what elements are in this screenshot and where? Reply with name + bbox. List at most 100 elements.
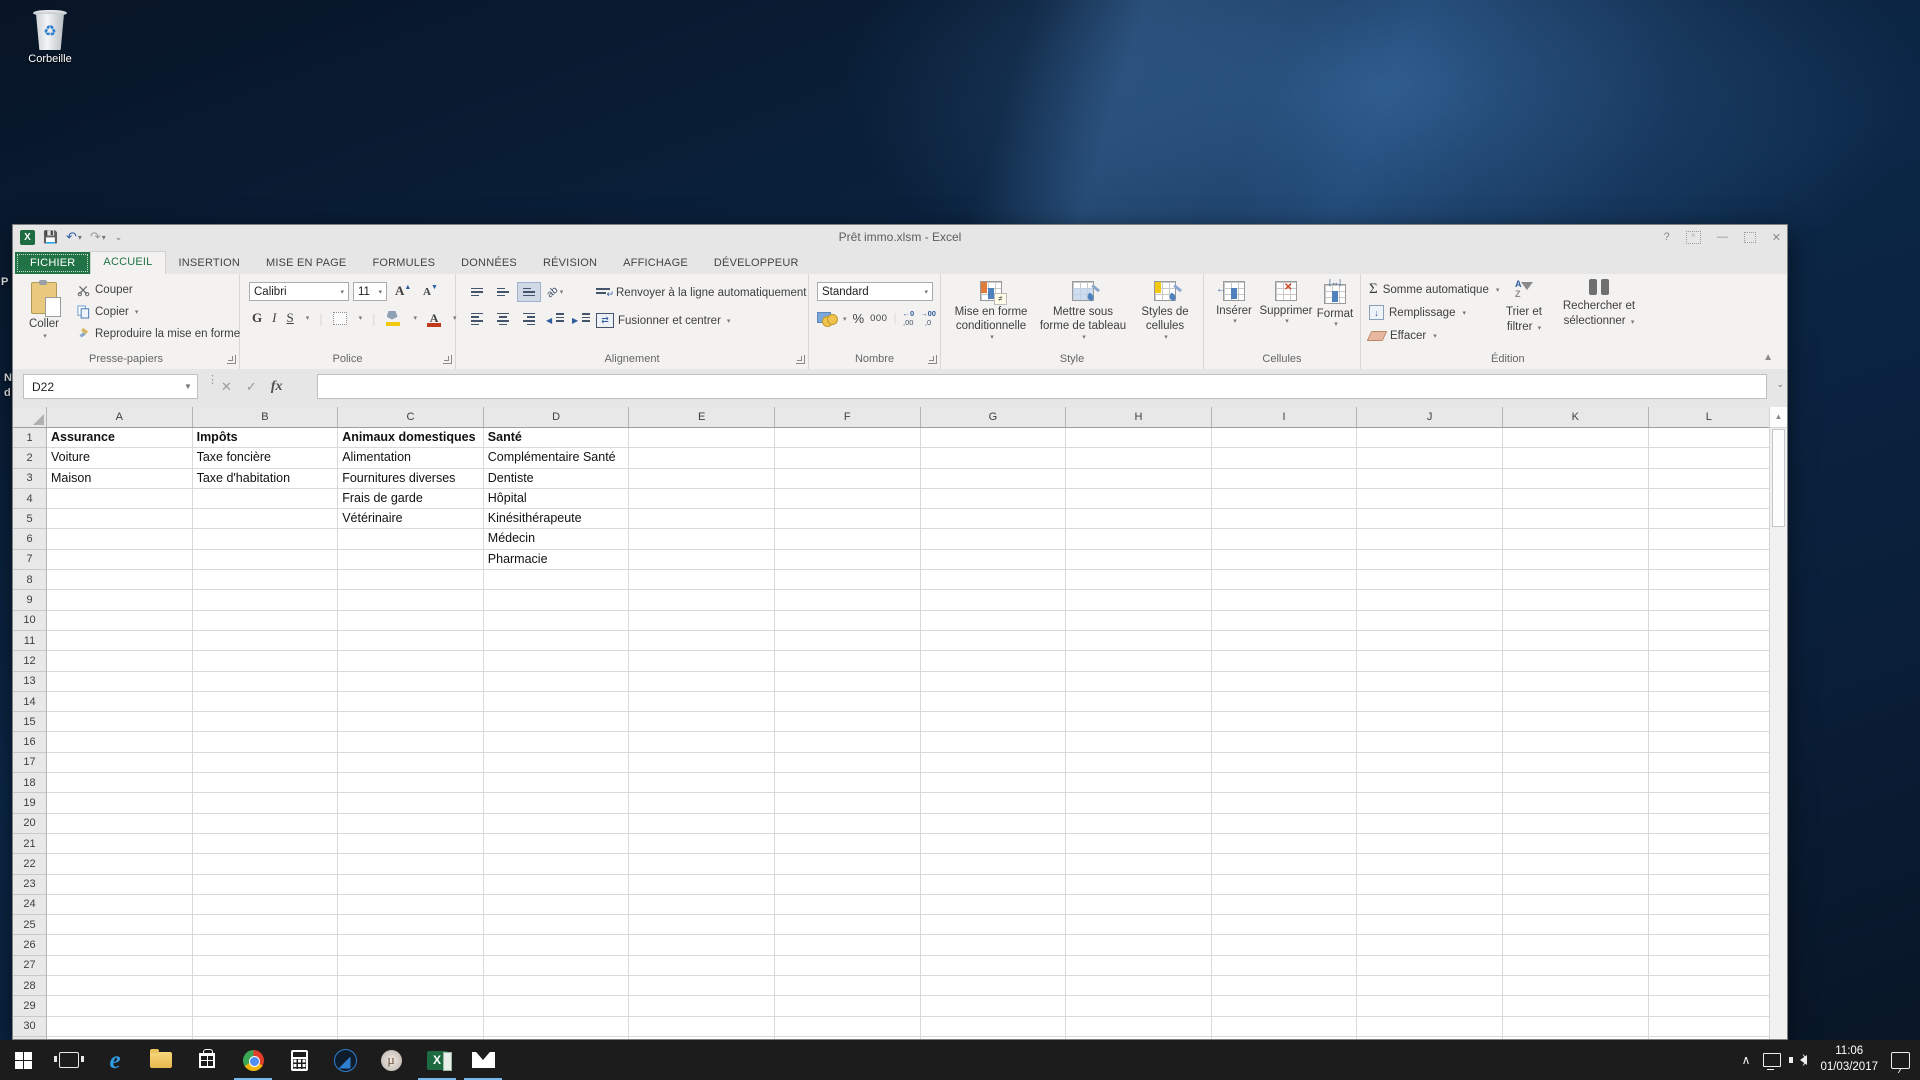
cell-F4[interactable] bbox=[774, 488, 921, 510]
name-box-dropdown[interactable]: ▼ bbox=[179, 382, 197, 391]
cell-I20[interactable] bbox=[1211, 813, 1358, 834]
row-header-17[interactable]: 17 bbox=[13, 752, 47, 774]
merge-center-button[interactable]: ⇄ Fusionner et centrer ▾ bbox=[596, 313, 730, 328]
taskbar-store[interactable] bbox=[184, 1040, 230, 1080]
cell-B2[interactable]: Taxe foncière bbox=[192, 448, 339, 469]
cell-L24[interactable] bbox=[1648, 895, 1769, 916]
cell-D1[interactable]: Santé bbox=[483, 428, 630, 449]
cell-L7[interactable] bbox=[1648, 550, 1769, 571]
cell-D27[interactable] bbox=[483, 955, 630, 977]
cell-H7[interactable] bbox=[1066, 549, 1212, 571]
taskbar-mail[interactable] bbox=[460, 1040, 506, 1080]
cut-button[interactable]: Couper bbox=[75, 282, 240, 298]
row-header-28[interactable]: 28 bbox=[13, 976, 47, 997]
cell-J22[interactable] bbox=[1357, 854, 1503, 875]
cell-C10[interactable] bbox=[338, 610, 484, 631]
cell-I15[interactable] bbox=[1211, 712, 1358, 733]
cell-K17[interactable] bbox=[1502, 752, 1649, 774]
cell-L15[interactable] bbox=[1648, 712, 1769, 733]
cell-H23[interactable] bbox=[1066, 874, 1212, 895]
percent-style-button[interactable]: % bbox=[853, 311, 865, 326]
cell-J21[interactable] bbox=[1357, 833, 1503, 855]
cell-F17[interactable] bbox=[774, 752, 921, 774]
cell-G1[interactable] bbox=[920, 428, 1067, 449]
row-header-31[interactable]: 31 bbox=[13, 1036, 47, 1039]
cell-I26[interactable] bbox=[1211, 935, 1358, 956]
autosum-button[interactable]: Σ Somme automatique ▾ bbox=[1369, 281, 1499, 298]
paste-button[interactable]: Coller ▾ bbox=[23, 280, 65, 362]
taskbar-chrome[interactable] bbox=[230, 1040, 276, 1080]
cell-K4[interactable] bbox=[1502, 488, 1649, 510]
cell-I30[interactable] bbox=[1211, 1016, 1358, 1037]
cell-G8[interactable] bbox=[920, 570, 1067, 591]
cell-A22[interactable] bbox=[47, 854, 193, 875]
cell-B12[interactable] bbox=[192, 651, 339, 672]
cell-I25[interactable] bbox=[1211, 915, 1358, 936]
cell-A26[interactable] bbox=[47, 935, 193, 956]
cell-J3[interactable] bbox=[1357, 468, 1503, 489]
cell-E5[interactable] bbox=[629, 509, 775, 530]
cell-A21[interactable] bbox=[47, 833, 193, 855]
cell-C2[interactable]: Alimentation bbox=[338, 448, 484, 469]
cell-I8[interactable] bbox=[1211, 570, 1358, 591]
cell-F21[interactable] bbox=[774, 833, 921, 855]
cell-D12[interactable] bbox=[483, 651, 630, 672]
cell-E31[interactable] bbox=[629, 1036, 775, 1039]
cell-A20[interactable] bbox=[47, 813, 193, 834]
copy-button[interactable]: Copier ▾ bbox=[75, 304, 240, 320]
row-header-26[interactable]: 26 bbox=[13, 935, 47, 956]
cell-A24[interactable] bbox=[47, 894, 193, 916]
cell-B26[interactable] bbox=[192, 935, 339, 956]
cell-F1[interactable] bbox=[774, 428, 921, 449]
vertical-scrollbar[interactable]: ▲ bbox=[1769, 407, 1787, 1039]
cell-C19[interactable] bbox=[338, 793, 484, 814]
cell-H13[interactable] bbox=[1066, 671, 1212, 692]
formula-bar-splitter[interactable]: ⋮ bbox=[207, 375, 218, 386]
cell-L17[interactable] bbox=[1648, 753, 1769, 774]
cell-B16[interactable] bbox=[192, 732, 339, 753]
row-header-13[interactable]: 13 bbox=[13, 671, 47, 692]
taskbar-daemon-tools[interactable] bbox=[322, 1040, 368, 1080]
cell-I3[interactable] bbox=[1211, 468, 1358, 489]
cell-D15[interactable] bbox=[483, 712, 630, 733]
cell-A18[interactable] bbox=[47, 773, 193, 794]
number-format-select[interactable]: Standard ▾ bbox=[817, 282, 933, 301]
accounting-format-dropdown[interactable]: ▾ bbox=[843, 315, 847, 323]
column-header-I[interactable]: I bbox=[1212, 407, 1358, 427]
cell-B4[interactable] bbox=[192, 488, 339, 510]
cell-I11[interactable] bbox=[1211, 630, 1358, 652]
cell-L13[interactable] bbox=[1648, 672, 1769, 692]
cell-J1[interactable] bbox=[1357, 428, 1503, 449]
row-header-7[interactable]: 7 bbox=[13, 549, 47, 571]
cell-K7[interactable] bbox=[1502, 549, 1649, 571]
cell-K15[interactable] bbox=[1502, 712, 1649, 733]
show-hidden-icons-button[interactable]: ∧ bbox=[1742, 1053, 1751, 1067]
cell-I16[interactable] bbox=[1211, 732, 1358, 753]
cell-B22[interactable] bbox=[192, 854, 339, 875]
task-view-button[interactable] bbox=[46, 1040, 92, 1080]
cell-H8[interactable] bbox=[1066, 570, 1212, 591]
cell-A15[interactable] bbox=[47, 712, 193, 733]
cell-G15[interactable] bbox=[920, 712, 1067, 733]
tab-insertion[interactable]: INSERTION bbox=[166, 252, 254, 274]
cell-K5[interactable] bbox=[1502, 509, 1649, 530]
cell-F28[interactable] bbox=[774, 976, 921, 997]
tab-formules[interactable]: FORMULES bbox=[359, 252, 448, 274]
cell-B17[interactable] bbox=[192, 752, 339, 774]
cell-H9[interactable] bbox=[1066, 590, 1212, 611]
cell-K20[interactable] bbox=[1502, 813, 1649, 834]
cell-D30[interactable] bbox=[483, 1016, 630, 1037]
cell-L12[interactable] bbox=[1648, 651, 1769, 672]
cell-H11[interactable] bbox=[1066, 630, 1212, 652]
align-bottom-button[interactable] bbox=[517, 282, 541, 302]
cell-C3[interactable]: Fournitures diverses bbox=[338, 468, 484, 489]
cell-E16[interactable] bbox=[629, 732, 775, 753]
cell-K13[interactable] bbox=[1502, 671, 1649, 692]
cell-H4[interactable] bbox=[1066, 488, 1212, 510]
cell-C1[interactable]: Animaux domestiques bbox=[338, 428, 484, 449]
cell-A8[interactable] bbox=[47, 570, 193, 591]
cell-D24[interactable] bbox=[483, 894, 630, 916]
cell-A11[interactable] bbox=[47, 630, 193, 652]
cell-F25[interactable] bbox=[774, 915, 921, 936]
cell-G22[interactable] bbox=[920, 854, 1067, 875]
